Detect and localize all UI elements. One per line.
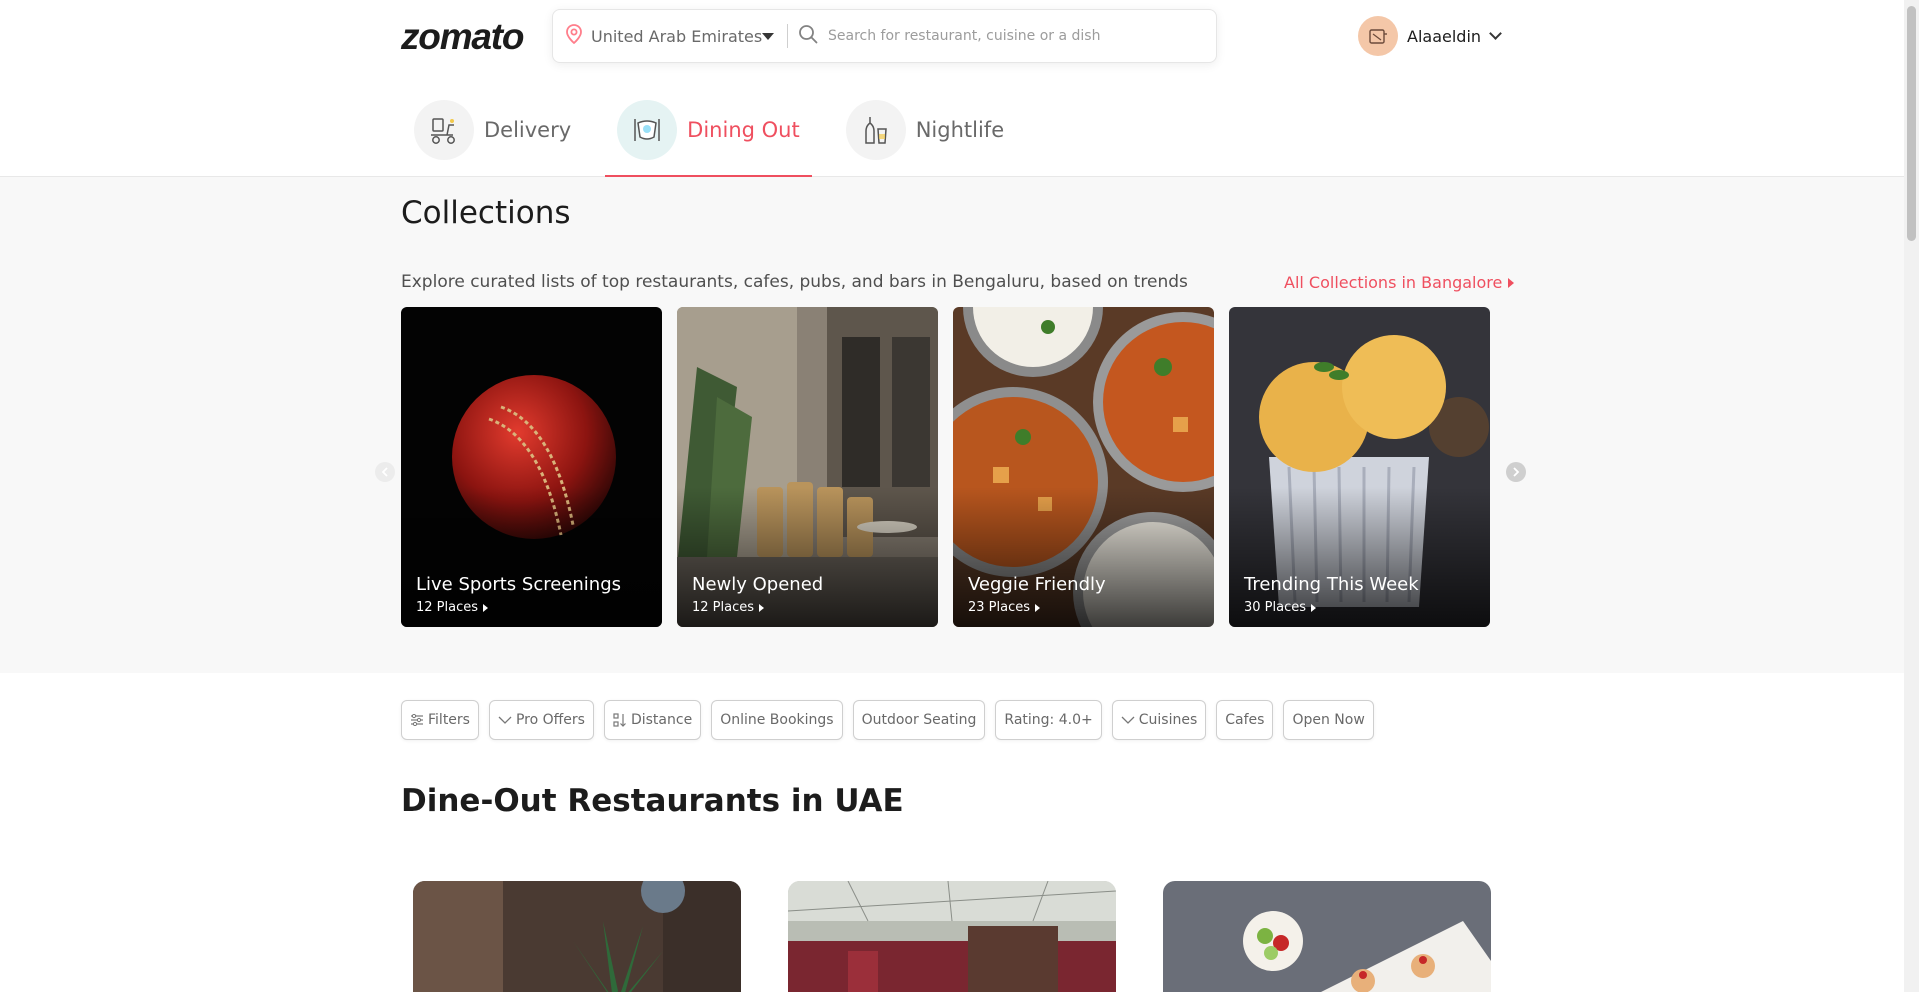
- all-collections-label: All Collections in Bangalore: [1284, 273, 1503, 292]
- collection-card-trending[interactable]: Trending This Week 30 Places: [1229, 307, 1490, 627]
- collection-card-newly-opened[interactable]: Newly Opened 12 Places: [677, 307, 938, 627]
- restaurant-list: [413, 881, 1491, 992]
- caret-right-icon: [759, 603, 765, 612]
- filter-bar: Filters Pro Offers Distance Online Booki…: [401, 700, 1374, 740]
- tab-label: Dining Out: [687, 117, 800, 142]
- user-name: Alaaeldin: [1407, 26, 1482, 46]
- collection-count: 12 Places: [692, 600, 765, 615]
- user-avatar-icon: [1369, 29, 1387, 44]
- collection-count: 23 Places: [968, 600, 1041, 615]
- avatar: [1358, 16, 1398, 56]
- tab-label: Delivery: [484, 117, 572, 142]
- filter-chip-label: Online Bookings: [720, 712, 834, 728]
- carousel-next-button[interactable]: [1506, 462, 1526, 482]
- filter-chip-outdoor-seating[interactable]: Outdoor Seating: [852, 700, 986, 740]
- search-icon: [798, 24, 818, 48]
- collection-count-text: 12 Places: [692, 600, 755, 615]
- page-scrollbar[interactable]: [1904, 0, 1919, 992]
- collection-title: Newly Opened: [692, 574, 824, 595]
- dining-out-icon: [617, 99, 678, 160]
- restaurant-image: [413, 881, 741, 992]
- caret-right-icon: [483, 603, 489, 612]
- collection-count-text: 23 Places: [968, 600, 1031, 615]
- filter-chip-label: Open Now: [1292, 712, 1365, 728]
- caret-right-icon: [1508, 277, 1515, 288]
- filter-chip-label: Filters: [428, 712, 470, 728]
- tab-nightlife[interactable]: Nightlife: [834, 94, 1016, 177]
- tab-label: Nightlife: [915, 117, 1005, 142]
- filter-chip-filters[interactable]: Filters: [401, 700, 479, 740]
- collection-card-live-sports[interactable]: Live Sports Screenings 12 Places: [401, 307, 662, 627]
- scrollbar-thumb[interactable]: [1907, 6, 1916, 241]
- top-header: zomato United Arab Emirates Alaaeldin: [0, 0, 1904, 177]
- restaurant-image: [788, 881, 1116, 992]
- collection-count-text: 12 Places: [416, 600, 479, 615]
- location-pin-icon: [565, 24, 583, 48]
- location-text: United Arab Emirates: [591, 26, 763, 46]
- filter-chip-label: Distance: [630, 712, 693, 728]
- filter-chip-distance[interactable]: Distance: [603, 700, 702, 740]
- filter-chip-pro-offers[interactable]: Pro Offers: [488, 700, 594, 740]
- chevron-down-icon: [498, 715, 512, 725]
- collection-count-text: 30 Places: [1244, 600, 1307, 615]
- carousel-prev-button[interactable]: [375, 462, 395, 482]
- restaurant-card[interactable]: [1163, 881, 1491, 992]
- search-input[interactable]: [828, 28, 1216, 44]
- filter-chip-label: Outdoor Seating: [861, 712, 977, 728]
- distance-sort-icon: [613, 713, 627, 727]
- restaurants-heading: Dine-Out Restaurants in UAE: [401, 783, 904, 819]
- collection-title: Veggie Friendly: [968, 574, 1106, 595]
- tab-dining-out[interactable]: Dining Out: [605, 94, 812, 177]
- filter-chip-cafes[interactable]: Cafes: [1216, 700, 1274, 740]
- mode-tabs: Delivery Dining Out Nightlife: [402, 94, 1016, 177]
- filter-chip-label: Cuisines: [1138, 712, 1198, 728]
- collections-subtitle: Explore curated lists of top restaurants…: [401, 272, 1188, 292]
- sliders-icon: [410, 714, 424, 726]
- collections-title: Collections: [401, 195, 571, 231]
- nightlife-icon: [845, 99, 906, 160]
- collections-section: Collections Explore curated lists of top…: [0, 177, 1904, 673]
- chevron-down-icon: [1489, 27, 1502, 40]
- caret-right-icon: [1035, 603, 1041, 612]
- tab-delivery[interactable]: Delivery: [402, 94, 583, 177]
- restaurant-card[interactable]: [413, 881, 741, 992]
- caret-right-icon: [1311, 603, 1317, 612]
- location-selector[interactable]: United Arab Emirates: [553, 10, 787, 62]
- delivery-icon: [414, 99, 474, 160]
- collection-card-veggie-friendly[interactable]: Veggie Friendly 23 Places: [953, 307, 1214, 627]
- filter-chip-open-now[interactable]: Open Now: [1283, 700, 1374, 740]
- filter-chip-cuisines[interactable]: Cuisines: [1111, 700, 1207, 740]
- all-collections-link[interactable]: All Collections in Bangalore: [1284, 273, 1515, 292]
- filter-chip-rating[interactable]: Rating: 4.0+: [995, 700, 1102, 740]
- collection-title: Trending This Week: [1244, 574, 1419, 595]
- restaurant-card[interactable]: [788, 881, 1116, 992]
- caret-down-icon: [762, 32, 775, 40]
- chevron-right-icon: [1513, 467, 1520, 477]
- restaurant-image: [1163, 881, 1491, 992]
- chevron-down-icon: [1121, 715, 1135, 725]
- filter-chip-label: Pro Offers: [515, 712, 585, 728]
- collections-carousel: Live Sports Screenings 12 Places Newly O…: [401, 307, 1490, 627]
- user-menu[interactable]: Alaaeldin: [1358, 16, 1502, 56]
- chevron-left-icon: [381, 467, 388, 477]
- zomato-logo[interactable]: zomato: [401, 16, 525, 58]
- filter-chip-label: Cafes: [1225, 712, 1265, 728]
- filter-chip-online-bookings[interactable]: Online Bookings: [711, 700, 843, 740]
- collection-count: 30 Places: [1244, 600, 1317, 615]
- search-bar: United Arab Emirates: [552, 9, 1217, 63]
- collection-title: Live Sports Screenings: [416, 574, 621, 595]
- search-field: [788, 10, 1216, 62]
- collection-count: 12 Places: [416, 600, 489, 615]
- filter-chip-label: Rating: 4.0+: [1004, 712, 1093, 728]
